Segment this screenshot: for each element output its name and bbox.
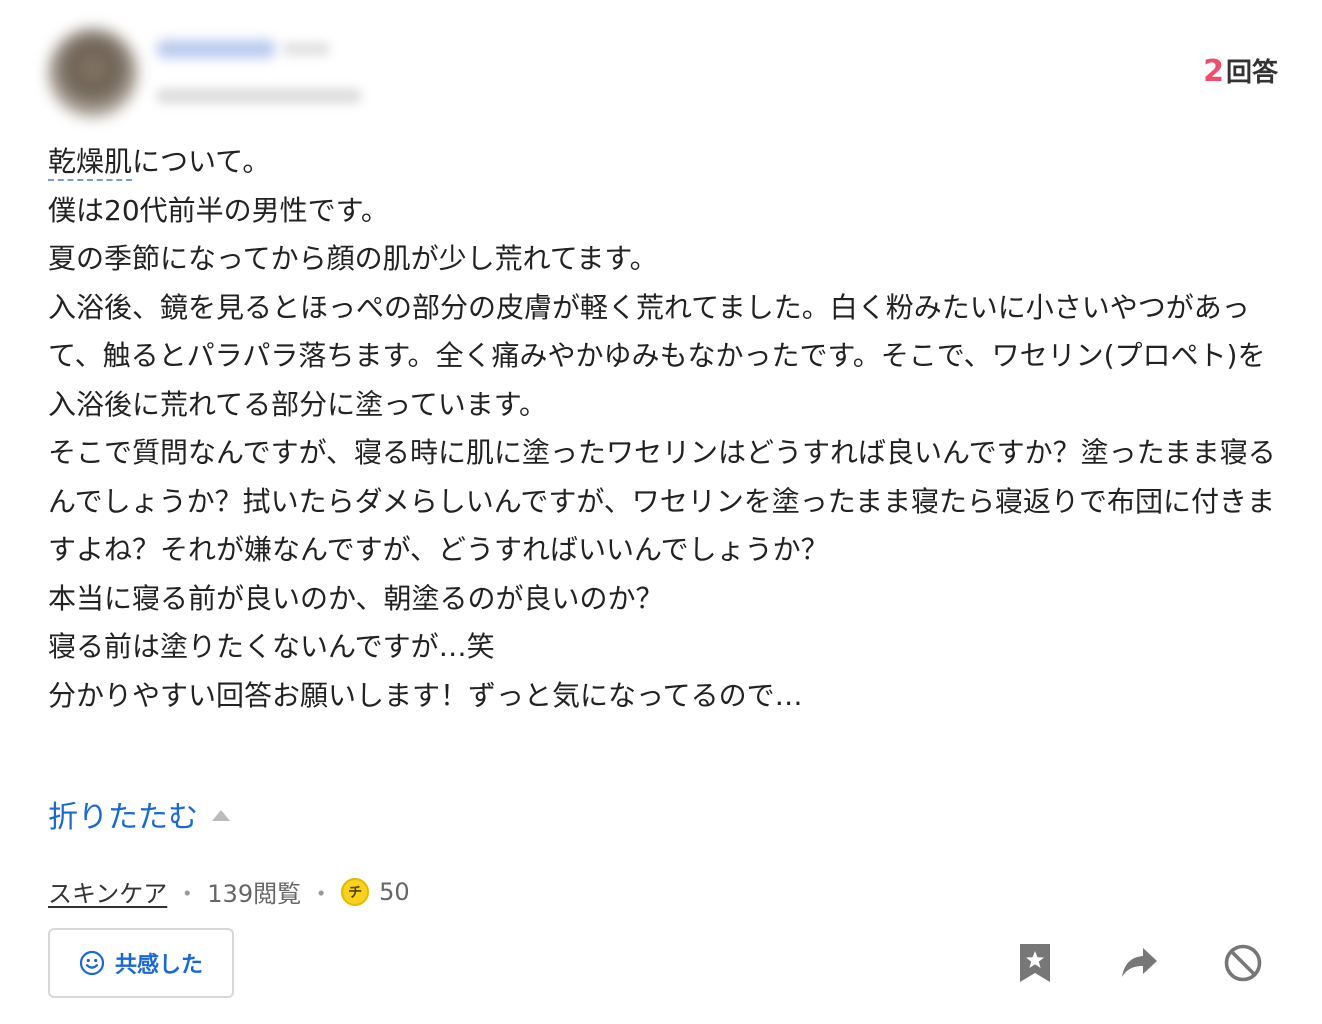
collapse-toggle[interactable]: 折りたたむ <box>48 792 230 836</box>
user-avatar[interactable] <box>48 28 138 118</box>
question-line: 入浴後、鏡を見るとほっぺの部分の皮膚が軽く荒れてました。白く粉みたいに小さいやつ… <box>48 290 1266 421</box>
question-line: 夏の季節になってから顔の肌が少し荒れてます。 <box>48 242 658 275</box>
question-meta: スキンケア ・ 139閲覧 ・ チ 50 <box>48 874 410 909</box>
question-card: 2回答 乾燥肌について。 僕は20代前半の男性です。 夏の季節になってから顔の肌… <box>0 0 1322 1024</box>
keyword-link[interactable]: 乾燥肌 <box>48 145 133 181</box>
collapse-label: 折りたたむ <box>48 800 198 835</box>
meta-separator: ・ <box>309 880 334 908</box>
block-button[interactable] <box>1220 940 1266 986</box>
empathy-button[interactable]: 共感した <box>48 928 234 998</box>
category-link[interactable]: スキンケア <box>48 874 167 909</box>
bookmark-button[interactable] <box>1012 940 1058 986</box>
answer-count-suffix: 回答 <box>1225 58 1278 88</box>
block-icon <box>1224 944 1262 982</box>
question-line: 分かりやすい回答お願いします！ずっと気になってるので… <box>48 678 803 712</box>
question-body: 乾燥肌について。 僕は20代前半の男性です。 夏の季節になってから顔の肌が少し荒… <box>48 138 1284 720</box>
coin-icon: チ <box>341 877 370 906</box>
view-count: 139閲覧 <box>207 880 302 908</box>
question-line: 本当に寝る前が良いのか、朝塗るのが良いのか？ <box>48 581 664 615</box>
question-line: 僕は20代前半の男性です。 <box>48 193 389 227</box>
question-line: 寝る前は塗りたくないんですが…笑 <box>48 630 495 663</box>
caret-up-icon <box>212 809 230 821</box>
coin-amount: 50 <box>379 877 410 906</box>
smile-icon <box>79 950 105 976</box>
empathy-button-label: 共感した <box>114 953 203 978</box>
user-name-blurred[interactable] <box>156 40 276 58</box>
meta-separator: ・ <box>175 880 200 908</box>
bookmark-star-icon <box>1020 944 1050 982</box>
user-name-suffix-blurred <box>282 42 330 56</box>
answer-count-number: 2 <box>1203 54 1224 89</box>
answer-count: 2回答 <box>1203 52 1278 89</box>
user-meta-blurred <box>156 88 362 104</box>
share-button[interactable] <box>1116 940 1162 986</box>
question-line: そこで質問なんですが、寝る時に肌に塗ったワセリンはどうすれば良いんですか？塗った… <box>48 436 1276 566</box>
share-arrow-icon <box>1122 948 1157 977</box>
question-first-line-text: について。 <box>132 145 271 178</box>
question-line: 乾燥肌について。 <box>48 138 1284 187</box>
